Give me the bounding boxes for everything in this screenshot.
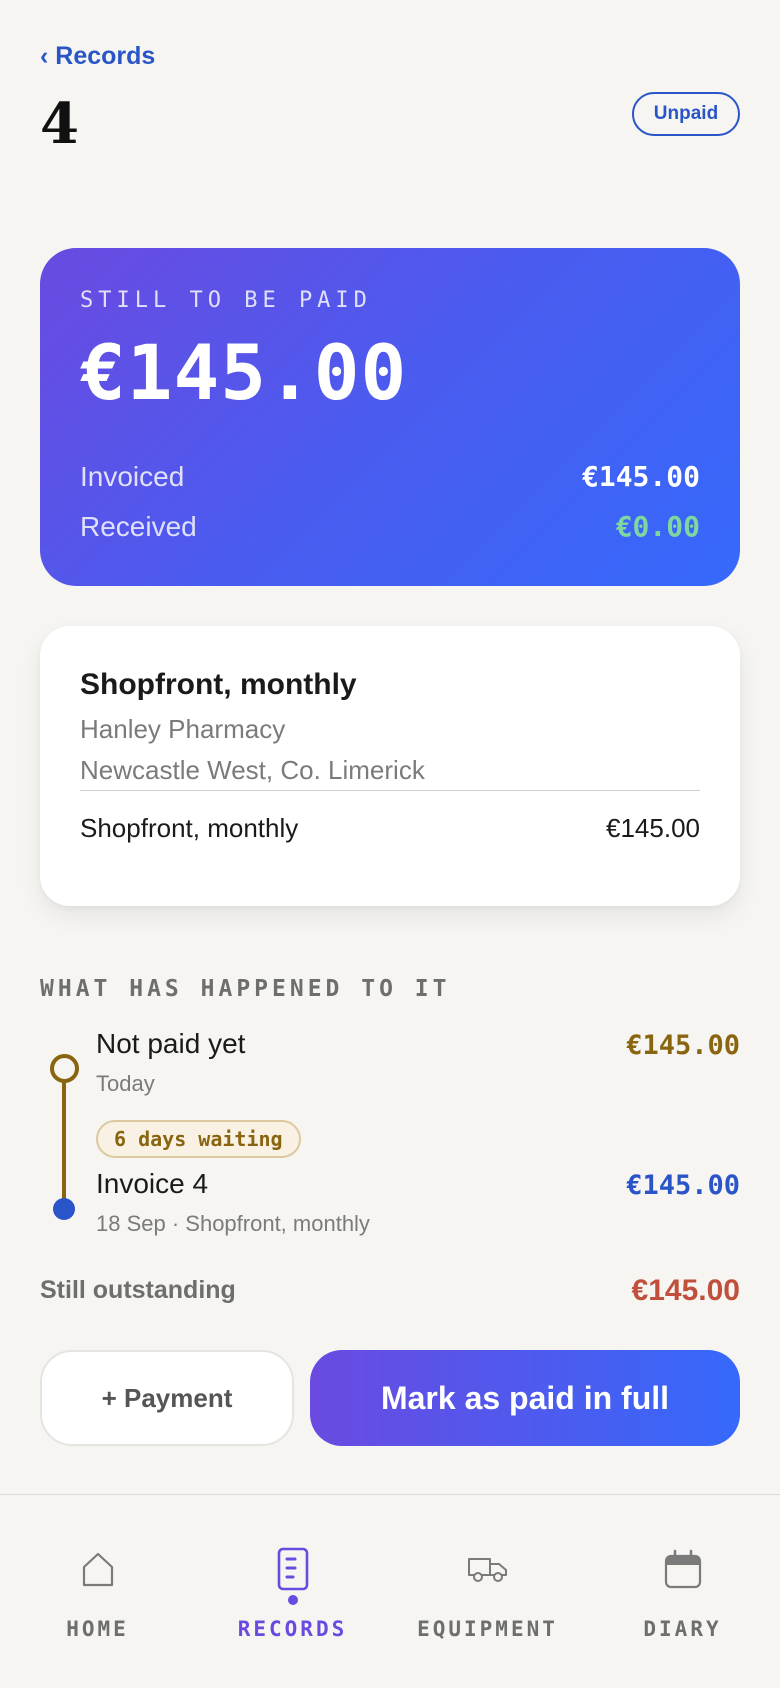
client-name: Hanley Pharmacy <box>80 714 286 744</box>
bottom-nav: HOME RECORDS EQUIPMENT DIARY <box>0 1494 780 1688</box>
invoiced-row: Invoiced €145.00 <box>80 460 700 493</box>
nav-label: HOME <box>66 1617 129 1641</box>
event-amount: €145.00 <box>626 1170 740 1201</box>
event-title: Not paid yet <box>96 1028 246 1059</box>
nav-item-equipment[interactable]: EQUIPMENT <box>390 1495 585 1688</box>
nav-item-home[interactable]: HOME <box>0 1495 195 1688</box>
received-label: Received <box>80 510 197 542</box>
invoice-detail-card: Shopfront, monthly Hanley Pharmacy Newca… <box>40 626 740 906</box>
balance-card: STILL TO BE PAID €145.00 Invoiced €145.0… <box>40 248 740 586</box>
detail-title: Shopfront, monthly <box>80 668 357 701</box>
nav-label: RECORDS <box>237 1617 348 1641</box>
active-indicator <box>287 1595 298 1605</box>
outstanding-label: Still outstanding <box>40 1276 236 1304</box>
invoiced-label: Invoiced <box>80 460 185 492</box>
line-item: Shopfront, monthly €145.00 <box>80 813 700 844</box>
waiting-badge: 6 days waiting <box>96 1120 301 1158</box>
line-item-label: Shopfront, monthly <box>80 813 299 843</box>
outstanding-value: €145.00 <box>631 1274 740 1307</box>
history-heading: WHAT HAS HAPPENED TO IT <box>40 976 451 1002</box>
status-badge: Unpaid <box>632 92 740 136</box>
add-payment-button[interactable]: + Payment <box>40 1350 294 1446</box>
nav-label: EQUIPMENT <box>417 1617 558 1641</box>
event-amount: €145.00 <box>626 1030 740 1061</box>
balance-amount: €145.00 <box>80 328 408 417</box>
invoiced-value: €145.00 <box>581 460 700 493</box>
nav-label: DIARY <box>643 1617 722 1641</box>
event-sub: Today <box>96 1071 155 1096</box>
event-sub: 18 Sep · Shopfront, monthly <box>96 1211 370 1236</box>
back-to-records-link[interactable]: ‹ Records <box>40 42 155 71</box>
nav-item-diary[interactable]: DIARY <box>585 1495 780 1688</box>
divider <box>80 790 700 791</box>
home-icon <box>82 1552 113 1587</box>
calendar-icon <box>664 1549 701 1589</box>
received-value: €0.00 <box>615 510 700 543</box>
document-icon <box>277 1547 308 1591</box>
truck-icon <box>467 1558 507 1582</box>
timeline-pending-marker <box>50 1054 79 1083</box>
balance-label: STILL TO BE PAID <box>80 288 372 313</box>
page-title: 4 <box>40 91 79 157</box>
received-row: Received €0.00 <box>80 510 700 543</box>
mark-paid-button[interactable]: Mark as paid in full <box>310 1350 740 1446</box>
line-item-value: €145.00 <box>606 813 700 843</box>
nav-item-records[interactable]: RECORDS <box>195 1495 390 1688</box>
timeline-line <box>62 1082 66 1206</box>
timeline-invoice-marker <box>53 1198 75 1220</box>
event-title: Invoice 4 <box>96 1168 209 1199</box>
client-location: Newcastle West, Co. Limerick <box>80 755 425 785</box>
